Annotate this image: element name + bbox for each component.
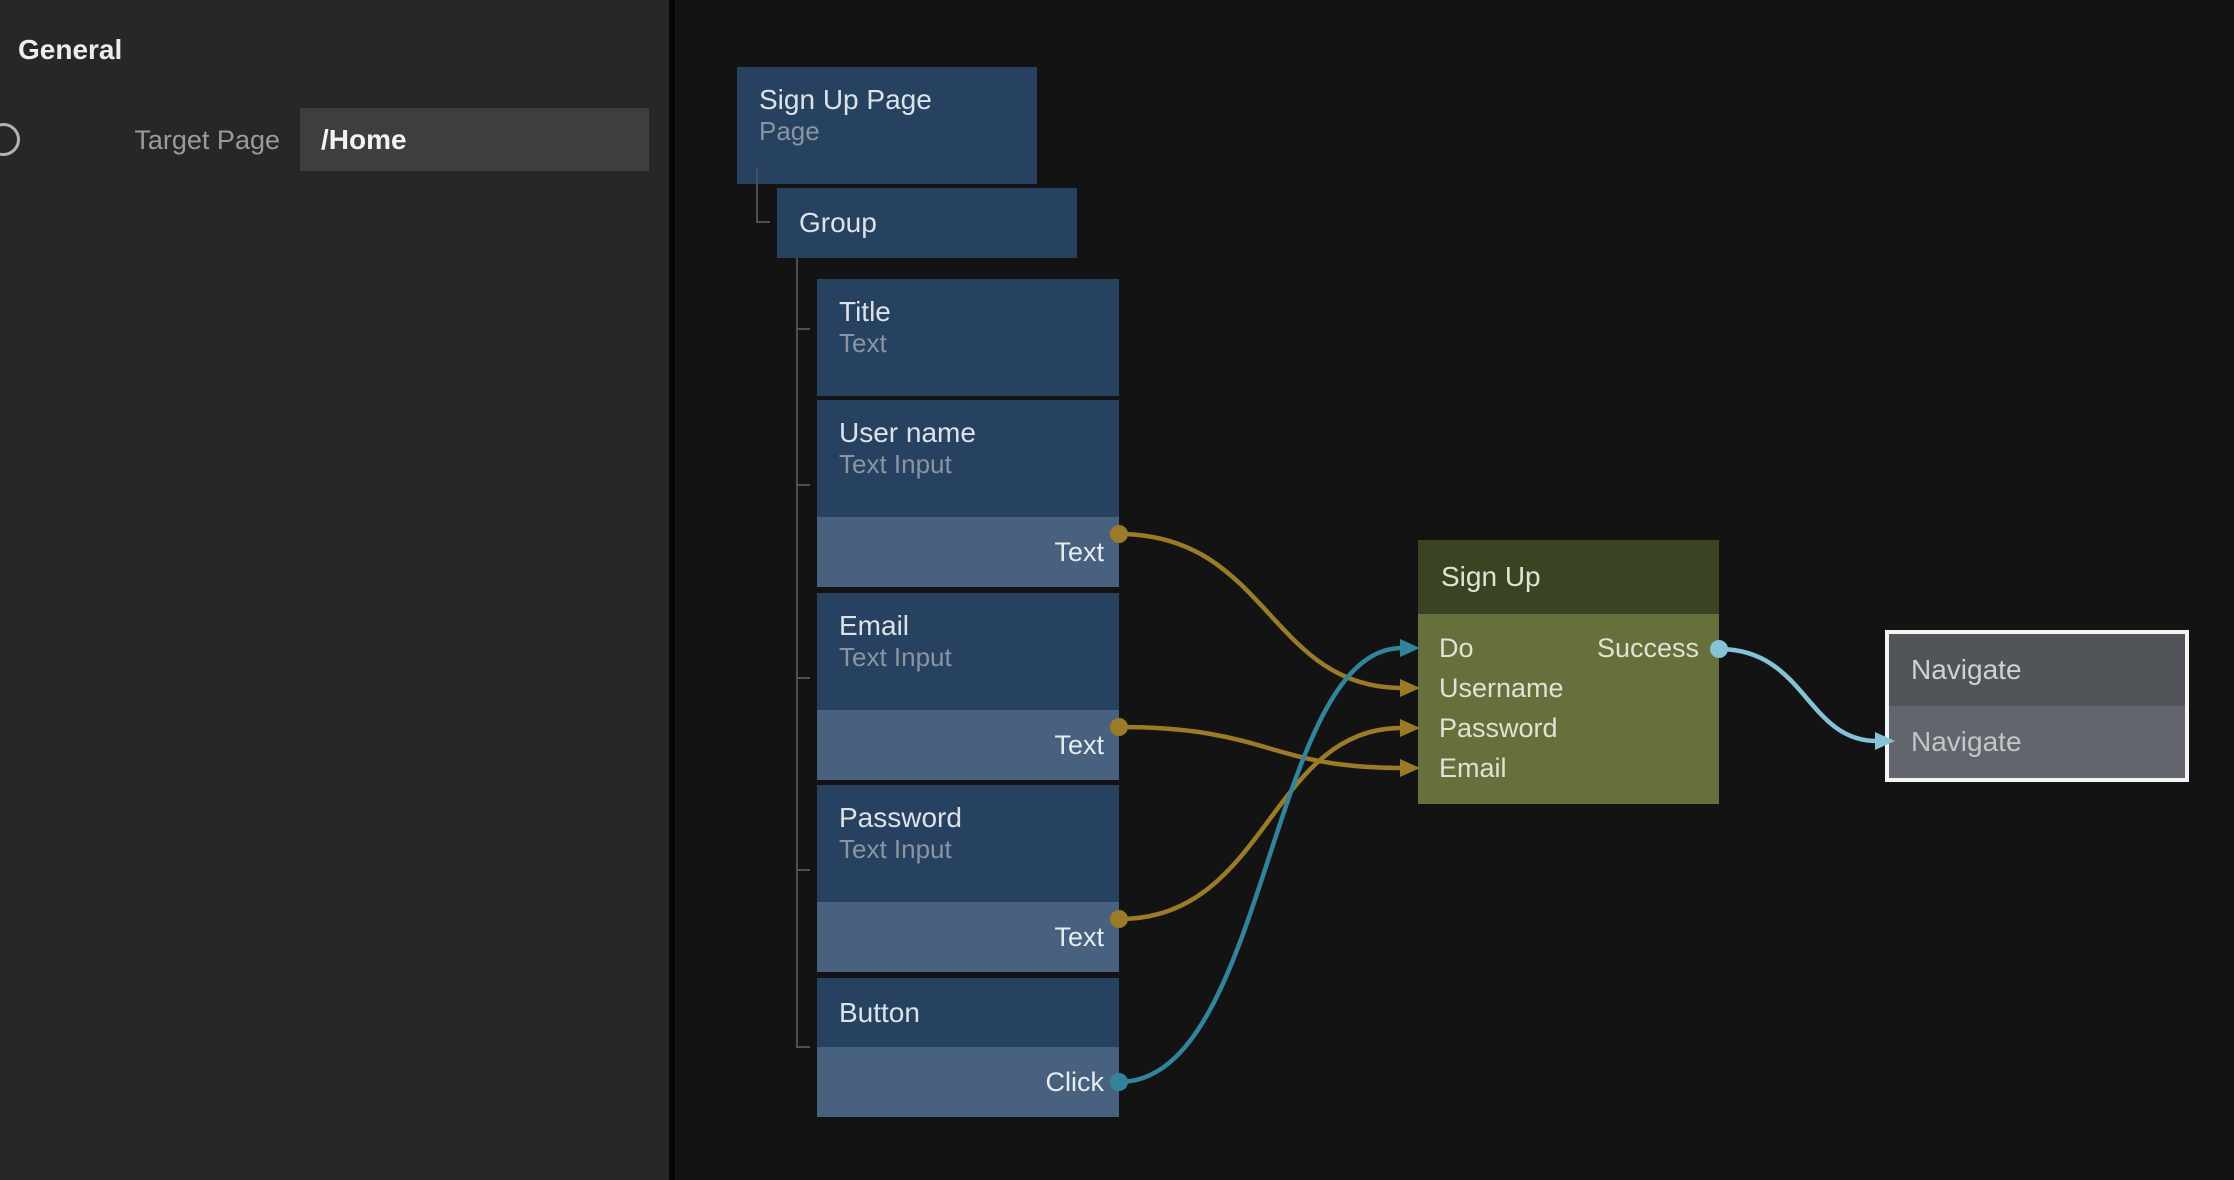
node-title: Sign Up Page — [759, 84, 1037, 116]
node-title-label: Sign Up — [1441, 561, 1541, 593]
target-page-label: Target Page — [40, 125, 280, 156]
node-title: Button — [839, 997, 920, 1029]
properties-panel: General Target Page /Home — [0, 0, 669, 1180]
input-port-email[interactable]: Email — [1439, 753, 1507, 784]
node-group[interactable]: Group — [777, 188, 1077, 258]
node-password-input[interactable]: Password Text Input Text — [817, 785, 1119, 972]
node-title: Sign Up — [1418, 540, 1719, 614]
node-email-input[interactable]: Email Text Input Text — [817, 593, 1119, 780]
node-subtitle: Text — [839, 328, 1119, 358]
node-subtitle: Text Input — [839, 449, 1119, 479]
input-port-do[interactable]: Do — [1439, 633, 1474, 664]
node-navigate[interactable]: Navigate Navigate — [1885, 630, 2189, 782]
node-title-label: Navigate — [1911, 654, 2022, 686]
radio-circle-icon[interactable] — [0, 123, 20, 156]
input-port-password[interactable]: Password — [1439, 713, 1558, 744]
node-title: Navigate — [1889, 634, 2185, 706]
node-signup-function[interactable]: Sign Up Do Success Username Password Ema… — [1418, 540, 1719, 804]
node-username-input[interactable]: User name Text Input Text — [817, 400, 1119, 587]
node-title-text[interactable]: Title Text — [817, 279, 1119, 396]
output-port-row[interactable]: Text — [817, 902, 1119, 972]
port-label-click: Click — [1046, 1067, 1105, 1098]
output-port-row[interactable]: Click — [817, 1047, 1119, 1117]
node-subtitle: Text Input — [839, 642, 1119, 672]
port-label-text: Text — [1054, 537, 1104, 568]
node-title: Title — [839, 296, 1119, 328]
node-title: User name — [839, 417, 1119, 449]
port-label-text: Text — [1054, 922, 1104, 953]
node-subtitle: Text Input — [839, 834, 1119, 864]
node-signup-page[interactable]: Sign Up Page Page — [737, 67, 1037, 184]
node-button[interactable]: Button Click — [817, 978, 1119, 1117]
port-label-text: Text — [1054, 730, 1104, 761]
output-port-row[interactable]: Text — [817, 710, 1119, 780]
target-page-input[interactable]: /Home — [300, 108, 649, 171]
node-title: Email — [839, 610, 1119, 642]
node-title: Password — [839, 802, 1119, 834]
target-page-value: /Home — [300, 108, 649, 171]
app-window: General Target Page /Home Sign Up Page P… — [0, 0, 2234, 1180]
input-port-username[interactable]: Username — [1439, 673, 1564, 704]
output-port-row[interactable]: Text — [817, 517, 1119, 587]
panel-section-title: General — [18, 34, 122, 66]
node-subtitle: Page — [759, 116, 1037, 146]
output-port-success[interactable]: Success — [1597, 633, 1699, 664]
node-title: Group — [799, 207, 877, 239]
input-port-navigate[interactable]: Navigate — [1889, 706, 2185, 778]
input-port-label: Navigate — [1911, 726, 2022, 758]
